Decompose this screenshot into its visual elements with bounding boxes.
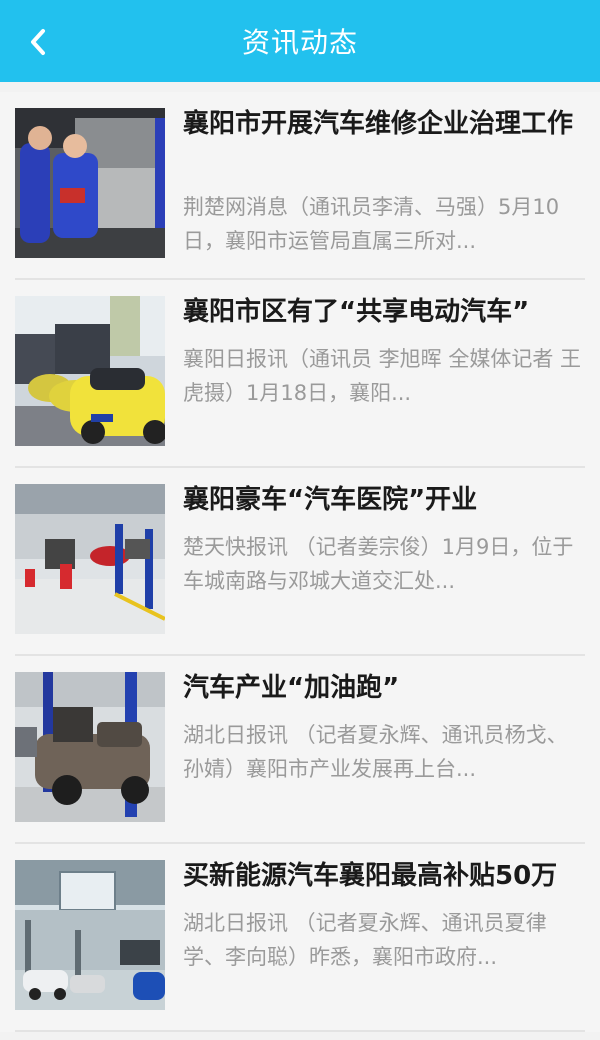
news-title: 买新能源汽车襄阳最高补贴50万 [183,861,558,891]
news-summary: 湖北日报讯 （记者夏永辉、通讯员杨戈、孙婧）襄阳市产业发展再上台... [183,723,568,781]
news-summary: 襄阳日报讯（通讯员 李旭晖 全媒体记者 王虎摄）1月18日，襄阳... [183,347,582,405]
news-title: 汽车产业“加油跑” [183,673,400,703]
news-item[interactable]: 襄阳市区有了“共享电动汽车” 襄阳日报讯（通讯员 李旭晖 全媒体记者 王虎摄）1… [0,280,600,468]
news-thumbnail [15,108,165,258]
news-item[interactable]: 汽车产业“加油跑” 湖北日报讯 （记者夏永辉、通讯员杨戈、孙婧）襄阳市产业发展再… [0,656,600,844]
news-thumbnail [15,484,165,634]
news-item[interactable]: 襄阳市开展汽车维修企业治理工作 荆楚网消息（通讯员李清、马强）5月10日，襄阳市… [0,92,600,280]
news-summary: 荆楚网消息（通讯员李清、马强）5月10日，襄阳市运管局直属三所对... [183,195,560,253]
news-title: 襄阳市开展汽车维修企业治理工作 [183,109,574,139]
news-thumbnail [15,672,165,822]
news-summary: 楚天快报讯 （记者姜宗俊）1月9日，位于车城南路与邓城大道交汇处... [183,535,574,593]
page-title: 资讯动态 [241,26,358,59]
news-summary: 湖北日报讯 （记者夏永辉、通讯员夏律学、李向聪）昨悉，襄阳市政府... [183,911,547,969]
app-header: 资讯动态 [0,0,600,82]
news-thumbnail [15,296,165,446]
news-item[interactable]: 襄阳豪车“汽车医院”开业 楚天快报讯 （记者姜宗俊）1月9日，位于车城南路与邓城… [0,468,600,656]
news-title: 襄阳豪车“汽车医院”开业 [183,485,478,515]
back-button[interactable] [22,26,54,58]
news-list: 襄阳市开展汽车维修企业治理工作 荆楚网消息（通讯员李清、马强）5月10日，襄阳市… [0,92,600,1032]
divider [15,1030,585,1032]
news-item[interactable]: 买新能源汽车襄阳最高补贴50万 湖北日报讯 （记者夏永辉、通讯员夏律学、李向聪）… [0,844,600,1032]
news-title: 襄阳市区有了“共享电动汽车” [183,297,530,327]
chevron-left-icon [31,29,45,55]
news-thumbnail [15,860,165,1010]
